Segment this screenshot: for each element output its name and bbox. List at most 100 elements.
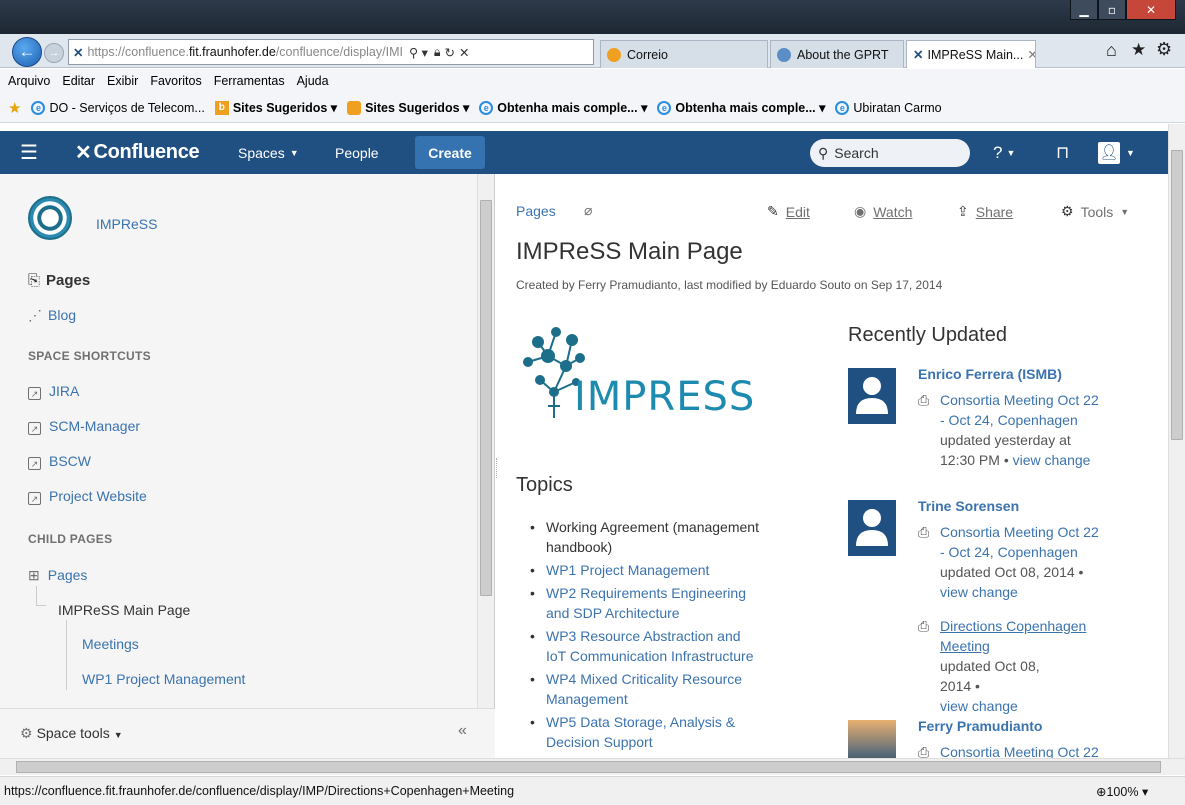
tree-connector — [36, 586, 46, 606]
tree-pages[interactable]: ⊞ Pages — [28, 567, 87, 584]
notifications-icon[interactable]: ⊓ — [1056, 131, 1069, 174]
topic-item[interactable]: • WP5 Data Storage, Analysis & Decision Su… — [530, 712, 821, 752]
menu-editar[interactable]: Editar — [62, 74, 95, 88]
shortcut-bscw[interactable]: ↗ BSCW — [28, 453, 91, 470]
topic-item[interactable]: • WP3 Resource Abstraction and IoT Communi… — [530, 626, 821, 666]
lock-icon[interactable]: 🔒︎ — [434, 45, 441, 60]
sidebar-scrollbar[interactable] — [477, 174, 494, 708]
view-change-link[interactable]: view change — [1009, 452, 1091, 468]
recent-page-link[interactable]: Consortia Meeting Oct 22 — [940, 522, 1118, 542]
help-icon[interactable]: ? ▼ — [993, 131, 1015, 174]
fav-sites-sugeridos[interactable]: Sites Sugeridos ▾ — [347, 100, 469, 115]
menu-favoritos[interactable]: Favoritos — [150, 74, 201, 88]
settings-gear-icon[interactable]: ⚙ — [1156, 39, 1172, 60]
external-link-icon: ↗ — [28, 387, 41, 400]
fav-obtenha-1[interactable]: e Obtenha mais comple... ▾ — [479, 100, 647, 115]
pages-icon: ⎘ — [28, 272, 41, 289]
user-avatar[interactable] — [848, 500, 896, 556]
menu-ajuda[interactable]: Ajuda — [297, 74, 329, 88]
menu-exibir[interactable]: Exibir — [107, 74, 138, 88]
breadcrumb-pages[interactable]: Pages — [516, 203, 556, 219]
search-input[interactable]: ⚲ Search — [810, 139, 970, 167]
page-scrollbar-thumb[interactable] — [1171, 150, 1183, 440]
watch-button[interactable]: ◉ Watch — [854, 203, 912, 220]
space-logo[interactable] — [28, 196, 72, 240]
add-favorite-star-icon[interactable]: ★ — [8, 99, 21, 117]
fav-label: Sites Sugeridos ▾ — [365, 101, 470, 115]
external-link-icon: ↗ — [28, 492, 41, 505]
menu-ferramentas[interactable]: Ferramentas — [214, 74, 285, 88]
close-tab-icon[interactable]: ✕ — [1027, 47, 1035, 62]
recent-page-link[interactable]: - Oct 24, Copenhagen — [940, 542, 1118, 562]
maximize-button[interactable]: ▫ — [1098, 0, 1126, 20]
space-name-link[interactable]: IMPReSS — [96, 216, 157, 232]
fav-ubiratan[interactable]: e Ubiratan Carmo — [835, 100, 942, 115]
zoom-control[interactable]: ⊕100% ▾ — [1096, 784, 1148, 799]
page-scrollbar[interactable] — [1168, 124, 1185, 758]
shortcut-scm-manager[interactable]: ↗ SCM-Manager — [28, 418, 140, 435]
confluence-logo[interactable]: ✕ Confluence — [75, 131, 200, 174]
address-bar[interactable]: ✕ https://confluence. fit.fraunhofer.de/c… — [68, 39, 594, 65]
horizontal-scrollbar[interactable] — [0, 758, 1185, 775]
shortcut-jira[interactable]: ↗ JIRA — [28, 383, 79, 400]
topic-item[interactable]: • WP2 Requirements Engineering and SDP Arc… — [530, 583, 821, 623]
tab-impress-main[interactable]: ✕ IMPReSS Main... ✕ — [906, 40, 1036, 68]
edit-button[interactable]: ✎ Edit — [767, 203, 810, 220]
default-user-icon — [854, 374, 890, 419]
home-icon[interactable]: ⌂ — [1106, 40, 1117, 61]
shortcut-project-website[interactable]: ↗ Project Website — [28, 488, 147, 505]
splitter-handle[interactable] — [496, 458, 500, 478]
tab-about-gprt[interactable]: About the GPRT — [770, 40, 904, 68]
user-avatar-menu[interactable]: 👤︎ ▼ — [1098, 131, 1135, 174]
close-window-button[interactable]: ✕ — [1126, 0, 1176, 20]
attachment-icon[interactable]: ⌀ — [584, 202, 592, 219]
recent-user-link[interactable]: Trine Sorensen — [918, 496, 1019, 516]
stop-icon[interactable]: ✕ — [459, 45, 469, 60]
recent-update-item: ⎙ Directions Copenhagen Meeting updated Oct… — [918, 616, 1118, 716]
ie-icon: e — [657, 100, 672, 115]
default-user-icon — [854, 506, 890, 551]
favorites-bar: ★ e DO - Serviços de Telecom... b Sites Su… — [0, 93, 1185, 123]
recent-page-link[interactable]: Consortia Meeting Oct 22 — [940, 390, 1118, 410]
spaces-menu[interactable]: Spaces ▼ — [238, 131, 299, 174]
recent-page-link[interactable]: - Oct 24, Copenhagen — [940, 410, 1118, 430]
minimize-button[interactable]: ▁ — [1070, 0, 1098, 20]
collapse-sidebar-button[interactable]: « — [458, 722, 467, 740]
view-change-link[interactable]: view change — [940, 696, 1118, 716]
recent-page-link[interactable]: Consortia Meeting Oct 22 — [940, 742, 1118, 758]
tree-item-wp1[interactable]: WP1 Project Management — [82, 671, 245, 687]
menu-arquivo[interactable]: Arquivo — [8, 74, 50, 88]
fav-obtenha-2[interactable]: e Obtenha mais comple... ▾ — [657, 100, 825, 115]
recent-page-link[interactable]: Directions Copenhagen — [940, 616, 1118, 636]
rss-icon: ⋰ — [28, 307, 42, 323]
back-button[interactable]: ← — [12, 37, 42, 67]
tree-item-meetings[interactable]: Meetings — [82, 636, 139, 652]
sidebar-item-pages[interactable]: ⎘ Pages — [28, 272, 90, 289]
tab-favicon-icon: ✕ — [913, 48, 924, 62]
sidebar-item-blog[interactable]: ⋰ Blog — [28, 307, 76, 324]
fav-sites-sugeridos-bing[interactable]: b Sites Sugeridos ▾ — [214, 100, 337, 115]
user-avatar[interactable] — [848, 720, 896, 758]
tab-correio[interactable]: Correio — [600, 40, 768, 68]
menu-hamburger-icon[interactable]: ☰ — [20, 131, 38, 174]
people-link[interactable]: People — [335, 131, 379, 174]
forward-button[interactable]: → — [44, 43, 64, 63]
recent-user-link[interactable]: Ferry Pramudianto — [918, 716, 1042, 736]
tools-menu[interactable]: ⚙ Tools ▼ — [1061, 203, 1129, 220]
recent-user-link[interactable]: Enrico Ferrera (ISMB) — [918, 364, 1062, 384]
view-change-link[interactable]: view change — [940, 582, 1118, 602]
horizontal-scrollbar-thumb[interactable] — [16, 761, 1161, 773]
sidebar-scrollbar-thumb[interactable] — [480, 200, 492, 596]
topic-item[interactable]: • WP1 Project Management — [530, 560, 821, 580]
refresh-icon[interactable]: ↻ — [445, 45, 455, 60]
favorites-star-icon[interactable]: ★ — [1131, 40, 1146, 60]
share-button[interactable]: ⇪ Share — [957, 203, 1013, 220]
recent-page-link[interactable]: Meeting — [940, 636, 1118, 656]
fav-do-servicos[interactable]: e DO - Serviços de Telecom... — [31, 100, 205, 115]
address-search-icon[interactable]: ⚲ ▾ — [409, 45, 428, 60]
create-button[interactable]: Create — [415, 136, 485, 169]
user-avatar[interactable] — [848, 368, 896, 424]
space-tools-button[interactable]: ⚙ Space tools ▼ — [20, 725, 123, 742]
page-byline: Created by Ferry Pramudianto, last modif… — [516, 278, 943, 292]
topic-item[interactable]: • WP4 Mixed Criticality Resource Managemen… — [530, 669, 821, 709]
